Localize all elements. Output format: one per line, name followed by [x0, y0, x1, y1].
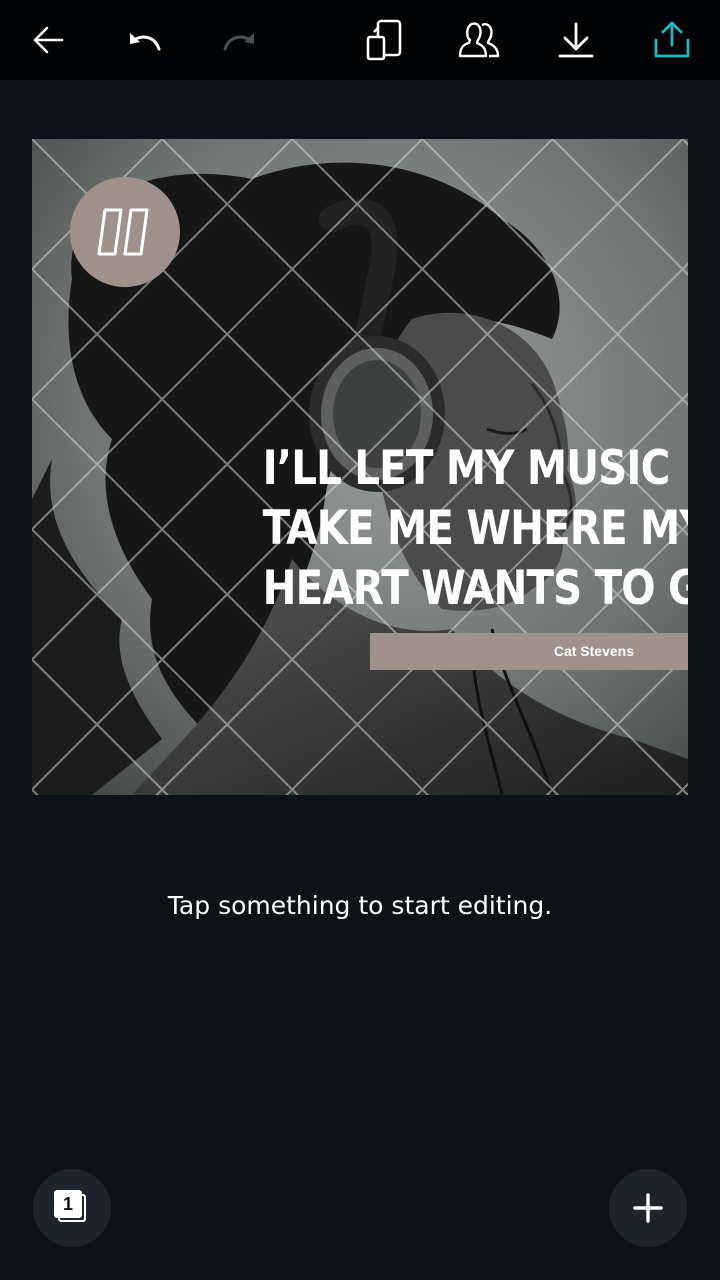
page-count: 1 [54, 1190, 82, 1218]
author-bar[interactable]: Cat Stevens [370, 633, 688, 670]
undo-icon [130, 33, 161, 51]
people-icon [458, 22, 500, 58]
design-canvas[interactable]: I’LL LET MY MUSIC TAKE ME WHERE MY HEART… [32, 139, 688, 795]
redo-icon [223, 33, 254, 51]
quote-text[interactable]: I’LL LET MY MUSIC TAKE ME WHERE MY HEART… [262, 439, 688, 619]
pages-icon: 1 [54, 1190, 90, 1226]
editing-hint: Tap something to start editing. [167, 891, 553, 920]
quote-line: HEART WANTS TO GO [262, 561, 688, 616]
share-upload-icon [654, 21, 690, 58]
share-people-button[interactable] [456, 16, 504, 64]
add-button[interactable] [609, 1169, 687, 1247]
redo-button[interactable] [216, 16, 264, 64]
author-name: Cat Stevens [553, 643, 634, 659]
top-toolbar [0, 0, 720, 80]
quote-line: I’LL LET MY MUSIC [262, 441, 671, 496]
download-icon [558, 22, 594, 58]
quote-line: TAKE ME WHERE MY [262, 501, 688, 556]
copy-pages-icon [366, 19, 402, 61]
arrow-left-icon [33, 26, 64, 54]
back-button[interactable] [24, 16, 72, 64]
download-button[interactable] [552, 16, 600, 64]
quote-mark-icon [97, 208, 149, 256]
pages-button[interactable]: 1 [33, 1169, 111, 1247]
share-upload-button[interactable] [648, 16, 696, 64]
undo-button[interactable] [120, 16, 168, 64]
copy-pages-button[interactable] [360, 16, 408, 64]
plus-icon [633, 1193, 663, 1223]
quote-badge[interactable] [70, 177, 180, 287]
